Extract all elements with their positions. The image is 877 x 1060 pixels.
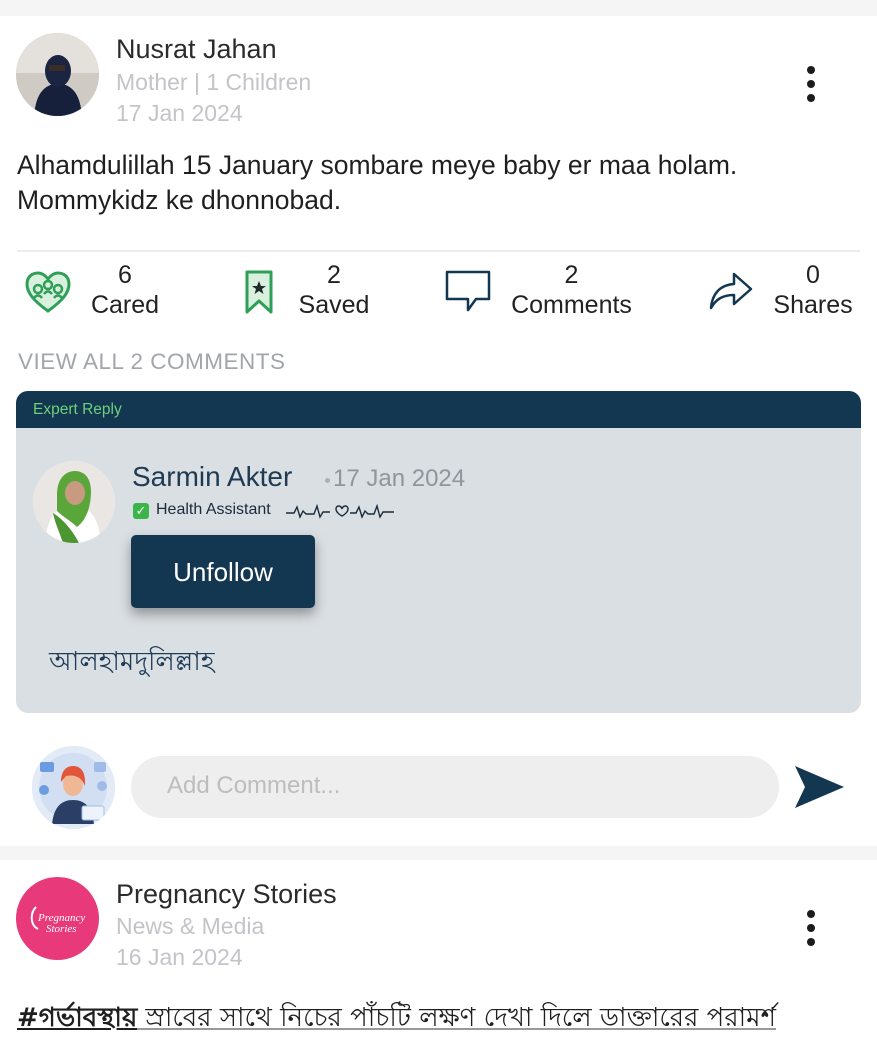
author-subtitle: Mother | 1 Children xyxy=(116,69,312,95)
add-comment-field[interactable] xyxy=(131,756,779,818)
more-options-icon[interactable] xyxy=(805,66,817,110)
author-name[interactable]: Nusrat Jahan xyxy=(116,34,277,65)
cared-action[interactable]: 6 Cared xyxy=(20,261,170,321)
expert-role: Health Assistant xyxy=(156,501,271,518)
expert-date-dot xyxy=(325,478,330,483)
post-card: Nusrat Jahan Mother | 1 Children 17 Jan … xyxy=(0,16,877,846)
shares-count: 0 xyxy=(806,261,820,289)
comments-label: Comments xyxy=(511,291,632,319)
comments-count: 2 xyxy=(564,261,579,289)
verified-check-icon: ✓ xyxy=(133,503,149,519)
post-card: Pregnancy Stories Pregnancy Stories News… xyxy=(0,860,877,1060)
page-name[interactable]: Pregnancy Stories xyxy=(116,879,337,910)
add-comment-input[interactable] xyxy=(165,771,749,801)
current-user-avatar[interactable] xyxy=(32,746,115,829)
post-text-line-1: Alhamdulillah 15 January sombare meye ba… xyxy=(17,150,738,180)
expert-reply-card: Expert Reply Sarmin Akter 17 Jan 2024 ✓ … xyxy=(16,391,861,713)
author-avatar[interactable] xyxy=(16,33,99,116)
shares-label: Shares xyxy=(773,291,853,319)
expert-name[interactable]: Sarmin Akter xyxy=(132,461,292,493)
expert-date: 17 Jan 2024 xyxy=(333,465,466,492)
expert-reply-text: আলহামদুলিল্লাহ xyxy=(49,647,215,677)
cared-label: Cared xyxy=(90,291,160,319)
heartbeat-icon xyxy=(286,503,394,519)
saved-label: Saved xyxy=(298,291,370,319)
post-text: #গর্ভাবস্থায় স্রাবের সাথে নিচের পাঁচটি … xyxy=(17,997,776,1041)
logo-text-2: Stories xyxy=(46,923,77,935)
more-options-icon[interactable] xyxy=(805,910,817,954)
unfollow-button[interactable]: Unfollow xyxy=(131,535,315,608)
post-date: 16 Jan 2024 xyxy=(116,944,243,970)
post-date: 17 Jan 2024 xyxy=(116,100,243,126)
expert-avatar[interactable] xyxy=(33,461,115,543)
comment-icon xyxy=(445,270,491,312)
saved-action[interactable]: 2 Saved xyxy=(240,261,380,321)
share-icon xyxy=(709,272,753,310)
bookmark-icon xyxy=(245,270,273,314)
page-category: News & Media xyxy=(116,913,265,939)
saved-count: 2 xyxy=(327,261,341,289)
page-logo[interactable]: Pregnancy Stories xyxy=(16,877,99,960)
post-text-body: স্রাবের সাথে নিচের পাঁচটি লক্ষণ দেখা দিল… xyxy=(137,1003,776,1033)
comments-action[interactable]: 2 Comments xyxy=(444,261,644,321)
divider xyxy=(17,250,860,252)
send-icon[interactable] xyxy=(792,763,846,811)
shares-action[interactable]: 0 Shares xyxy=(708,261,858,321)
post-text-line-2: Mommykidz ke dhonnobad. xyxy=(17,185,342,215)
cared-count: 6 xyxy=(118,261,132,289)
view-all-comments-link[interactable]: VIEW ALL 2 COMMENTS xyxy=(18,349,285,375)
hashtag-link[interactable]: #গর্ভাবস্থায় xyxy=(17,1003,137,1033)
expert-reply-header: Expert Reply xyxy=(16,391,861,428)
expert-reply-label: Expert Reply xyxy=(33,401,122,418)
